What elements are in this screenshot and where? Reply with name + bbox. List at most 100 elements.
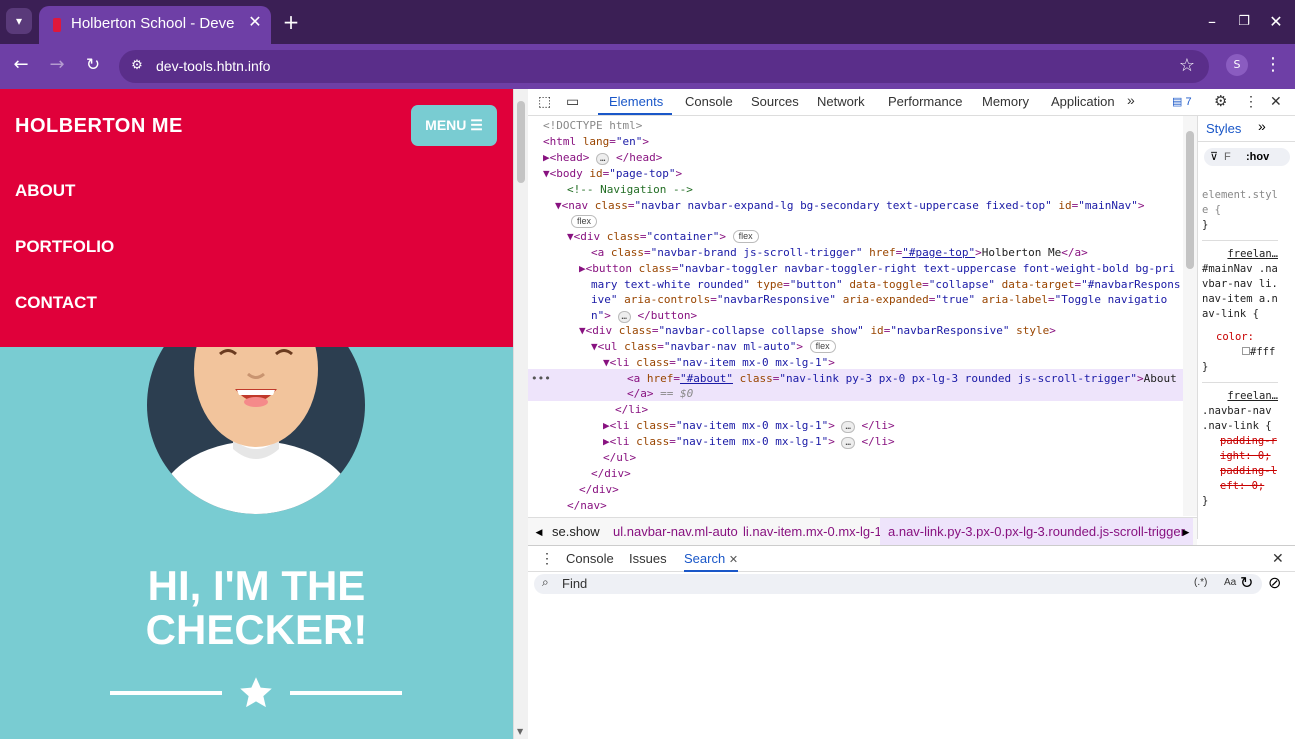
dom-line-selected[interactable]: <a href="#about" class="nav-link py-3 px… [627,371,1177,387]
drawer-tab-console[interactable]: Console [566,551,614,566]
more-panes-icon[interactable]: » [1258,119,1266,134]
minimize-icon[interactable]: – [1200,10,1224,34]
dom-line[interactable]: </div> [591,466,631,482]
color-swatch[interactable] [1242,347,1250,355]
dom-line[interactable]: <html lang="en"> [543,134,649,150]
styles-filter[interactable]: ⊽ F :hov [1204,148,1290,166]
match-case-toggle[interactable]: Aa [1224,577,1236,588]
breadcrumb-item-active[interactable]: a.nav-link.py-3.px-0.px-lg-3.rounded.js-… [880,518,1193,545]
search-input[interactable]: ⌕ Find (.*) Aa [534,574,1262,594]
drawer-menu-icon[interactable]: ⋮ [540,550,554,567]
dom-line[interactable]: </a> == $0 [627,386,693,402]
breadcrumb-item[interactable]: se.show [552,518,600,545]
close-search-tab-icon[interactable]: ✕ [729,554,738,566]
divider-line-right [290,691,402,695]
breadcrumb-item[interactable]: ul.navbar-nav.ml-auto [613,518,738,545]
rule2-prop1[interactable]: padding-right: 0; [1202,434,1278,464]
tab-network[interactable]: Network [817,94,865,109]
drawer-tab-search[interactable]: Search ✕ [684,546,739,572]
devtools-menu-icon[interactable]: ⋮ [1244,93,1258,110]
dom-line[interactable]: ▶<li class="nav-item mx-0 mx-lg-1"> … </… [603,418,895,434]
tab-search-icon[interactable]: ▾ [6,8,32,34]
rule1-selector[interactable]: #mainNav .navbar-nav li.nav-item a.nav-l… [1202,262,1278,322]
dom-line[interactable]: <a class="navbar-brand js-scroll-trigger… [591,245,1088,261]
hov-toggle[interactable]: :hov [1246,150,1269,165]
browser-tab[interactable]: Holberton School - Deve ✕ [39,6,271,44]
rule1-source[interactable]: freelan… [1202,247,1278,262]
back-icon[interactable]: ← [8,53,34,77]
tab-sources[interactable]: Sources [751,94,799,109]
dom-line[interactable]: ▶<button class="navbar-toggler navbar-to… [579,261,1175,277]
dom-line[interactable]: ▶<head> … </head> [543,150,662,166]
clear-search-icon[interactable]: ⊘ [1268,573,1281,593]
site-info-icon[interactable]: ⚙ [127,54,147,78]
menu-button[interactable]: MENU ☰ [411,105,497,146]
breadcrumb-prev-icon[interactable]: ◀ [528,518,550,545]
dom-scrollbar-thumb[interactable] [1186,131,1194,269]
dom-line[interactable]: flex [571,214,598,230]
tab-memory[interactable]: Memory [982,94,1029,109]
dom-line[interactable]: </div> [579,482,619,498]
browser-menu-icon[interactable]: ⋮ [1262,53,1284,77]
breadcrumb-item[interactable]: li.nav-item.mx-0.mx-lg-1 [743,518,882,545]
inspect-element-icon[interactable]: ⬚ [538,93,551,110]
settings-gear-icon[interactable]: ⚙ [1214,92,1227,110]
filter-input[interactable]: F [1224,150,1231,165]
close-drawer-icon[interactable]: ✕ [1272,550,1284,567]
dom-line[interactable]: </nav> [567,498,607,514]
page-scrollbar-thumb[interactable] [517,101,525,183]
close-devtools-icon[interactable]: ✕ [1270,93,1282,110]
dom-line[interactable]: </ul> [603,450,636,466]
regex-toggle[interactable]: (.*) [1194,577,1207,588]
dom-line[interactable]: <!DOCTYPE html> [543,118,642,134]
new-tab-icon[interactable]: + [279,10,303,34]
nav-link-about[interactable]: ABOUT [15,181,75,201]
forward-icon[interactable]: → [44,53,70,77]
refresh-search-icon[interactable]: ↻ [1240,573,1253,593]
rule2-source[interactable]: freelan… [1202,389,1278,404]
dom-line[interactable]: ▼<ul class="navbar-nav ml-auto"> flex [591,339,836,355]
rule1-prop[interactable]: color: [1202,330,1278,345]
dom-line[interactable]: ▼<div class="container"> flex [567,229,759,245]
reload-icon[interactable]: ↻ [80,53,106,77]
dom-line[interactable]: ▼<li class="nav-item mx-0 mx-lg-1"> [603,355,835,371]
rule2-selector[interactable]: .navbar-nav .nav-link { [1202,404,1278,434]
device-toolbar-icon[interactable]: ▭ [566,93,579,110]
dom-line[interactable]: mary text-white rounded" type="button" d… [591,277,1180,293]
brand-link[interactable]: HOLBERTON ME [15,115,183,138]
dom-line[interactable]: ive" aria-controls="navbarResponsive" ar… [591,292,1167,308]
dom-line[interactable]: n"> … </button> [591,308,697,324]
dom-line[interactable]: </li> [615,402,648,418]
dom-line[interactable]: <!-- Navigation --> [567,182,693,198]
close-tab-icon[interactable]: ✕ [245,12,265,32]
devtools-tab-bar: ⬚ ▭ Elements Console Sources Network Per… [528,89,1295,116]
more-tabs-icon[interactable]: » [1127,92,1135,108]
rule1-value[interactable]: #fff [1202,345,1278,360]
issues-counter[interactable]: ▤ 7 [1172,95,1192,108]
dom-line[interactable]: ▶<li class="nav-item mx-0 mx-lg-1"> … </… [603,434,895,450]
dom-scrollbar[interactable] [1183,116,1197,516]
tab-performance[interactable]: Performance [888,94,962,109]
bookmark-star-icon[interactable]: ☆ [1176,54,1198,78]
dom-tree[interactable]: <!DOCTYPE html> <html lang="en"> ▶<head>… [528,116,1183,516]
dom-line[interactable]: ▼<body id="page-top"> [543,166,682,182]
dom-line[interactable]: ▼<nav class="navbar navbar-expand-lg bg-… [555,198,1144,214]
rule2-prop2[interactable]: padding-left: 0; [1202,464,1278,494]
address-bar[interactable]: ⚙ dev-tools.hbtn.info ☆ [119,50,1209,83]
tab-styles[interactable]: Styles [1206,121,1241,136]
close-window-icon[interactable]: ✕ [1264,10,1288,34]
profile-avatar[interactable]: S [1226,54,1248,76]
nav-link-portfolio[interactable]: PORTFOLIO [15,237,114,257]
tab-application[interactable]: Application [1051,94,1115,109]
dom-line[interactable]: ▼<div class="navbar-collapse collapse sh… [579,323,1056,339]
drawer-tab-issues[interactable]: Issues [629,551,667,566]
page-scrollbar[interactable]: ▼ [513,89,528,739]
dom-line-dots-icon[interactable]: ••• [531,371,551,387]
element-style-rule[interactable]: element.style { [1202,188,1278,218]
scroll-down-arrow-icon[interactable]: ▼ [517,727,523,736]
tab-elements[interactable]: Elements [609,94,663,109]
maximize-icon[interactable]: ❐ [1232,10,1256,34]
tab-console[interactable]: Console [685,94,733,109]
nav-link-contact[interactable]: CONTACT [15,293,97,313]
breadcrumb-next-icon[interactable]: ▶ [1176,518,1196,545]
